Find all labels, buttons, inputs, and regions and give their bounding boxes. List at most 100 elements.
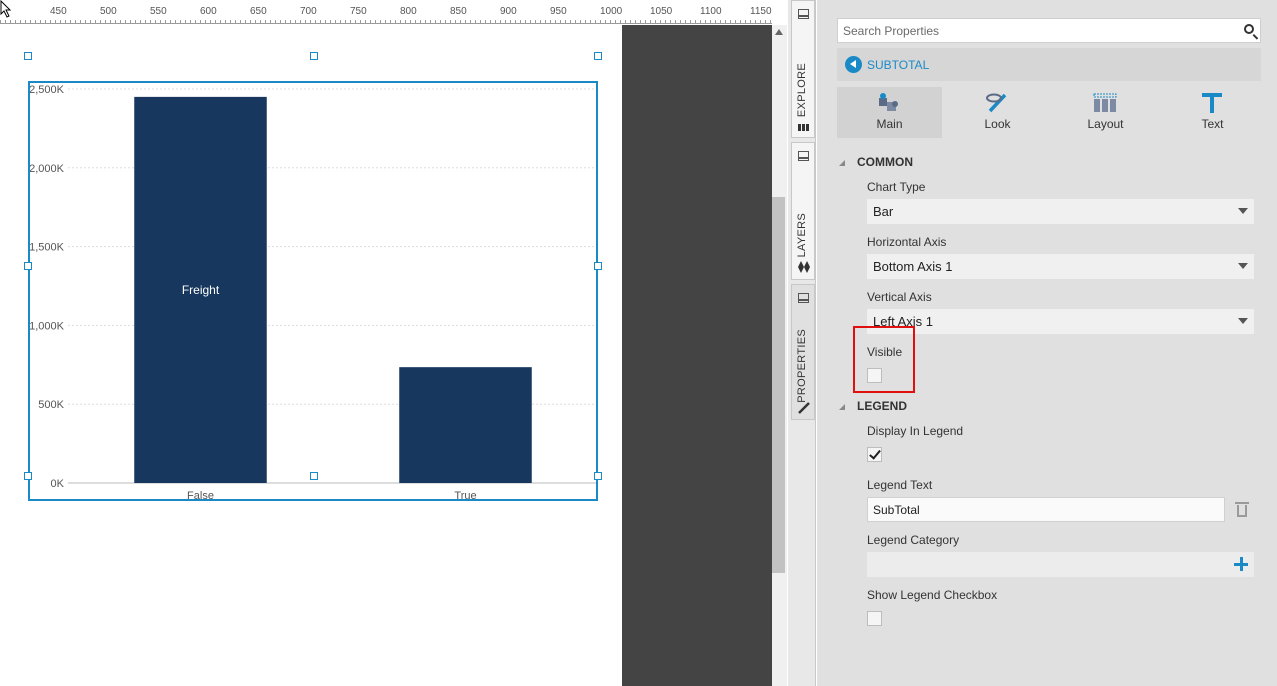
ruler-tick (450, 20, 451, 23)
ruler-label: 1100 (700, 6, 722, 17)
legend-text-input[interactable]: SubTotal (867, 497, 1225, 522)
section-legend-header[interactable]: LEGEND (839, 399, 907, 413)
ruler-label: 900 (500, 6, 517, 17)
dock-panel-icon[interactable] (798, 151, 809, 161)
chevron-down-icon[interactable] (1238, 208, 1248, 214)
chevron-down-icon[interactable] (1238, 318, 1248, 324)
ruler-tick (170, 20, 171, 23)
resize-handle-bottom-right[interactable] (594, 472, 602, 480)
display-in-legend-checkbox[interactable] (867, 447, 882, 462)
chart-selection-frame[interactable]: 0K 500K 1,000K 1,500K 2,000K 2,500K False Freig… (28, 81, 598, 501)
vertical-axis-dropdown[interactable]: Left Axis 1 (867, 309, 1254, 334)
ruler-tick (220, 20, 221, 23)
ruler-tick (175, 20, 176, 23)
section-common-header[interactable]: COMMON (839, 155, 913, 169)
chevron-down-icon[interactable] (1238, 263, 1248, 269)
ruler-tick (465, 20, 466, 23)
ruler-tick (525, 20, 526, 23)
ruler-tick (335, 20, 336, 23)
dock-panel-icon[interactable] (798, 9, 809, 19)
ruler-tick (750, 20, 751, 23)
ruler-tick (515, 20, 516, 23)
ruler-tick (135, 20, 136, 23)
resize-handle-top-right[interactable] (594, 52, 602, 60)
collapse-triangle-icon[interactable] (839, 160, 845, 166)
ruler-tick (730, 20, 731, 23)
breadcrumb-label[interactable]: SUBTOTAL (867, 58, 929, 72)
ruler-tick (650, 20, 651, 23)
tab-look[interactable]: Look (945, 87, 1050, 138)
vertical-scrollbar[interactable] (772, 25, 787, 686)
show-legend-checkbox[interactable] (867, 611, 882, 626)
ruler-tick (435, 20, 436, 23)
dock-panel-icon[interactable] (798, 293, 809, 303)
ruler-tick (380, 20, 381, 23)
tab-properties[interactable]: PROPERTIES (791, 284, 815, 420)
ruler-tick (675, 20, 676, 23)
ruler-tick (440, 20, 441, 23)
ruler-tick (150, 20, 151, 23)
ruler-label: 850 (450, 6, 467, 17)
breadcrumb[interactable]: SUBTOTAL (837, 48, 1261, 81)
ruler-tick (500, 20, 501, 23)
resize-handle-top-left[interactable] (24, 52, 32, 60)
horizontal-axis-dropdown[interactable]: Bottom Axis 1 (867, 254, 1254, 279)
ruler-tick (385, 20, 386, 23)
chart-type-dropdown[interactable]: Bar (867, 199, 1254, 224)
tab-explore[interactable]: EXPLORE (791, 0, 815, 138)
plus-icon[interactable] (1234, 557, 1248, 571)
horizontal-ruler: 450 500 550 600 650 700 750 800 850 900 950 1000 105… (0, 0, 772, 24)
ruler-tick (665, 20, 666, 23)
resize-handle-right[interactable] (594, 262, 602, 270)
search-input[interactable] (843, 21, 1233, 41)
resize-handle-bottom[interactable] (310, 472, 318, 480)
ruler-tick (555, 20, 556, 23)
ruler-tick (305, 20, 306, 23)
legend-text-value: SubTotal (873, 503, 920, 517)
ruler-tick (190, 20, 191, 23)
resize-handle-bottom-left[interactable] (24, 472, 32, 480)
tab-layout[interactable]: Layout (1053, 87, 1158, 138)
x-tick-label: False (187, 490, 214, 499)
bar[interactable] (399, 367, 532, 483)
ruler-tick (120, 20, 121, 23)
scroll-up-arrow-icon[interactable] (775, 29, 783, 35)
back-arrow-icon[interactable] (845, 56, 862, 73)
search-icon[interactable] (1244, 24, 1254, 34)
ruler-tick (340, 20, 341, 23)
ruler-tick (615, 20, 616, 23)
tab-text[interactable]: Text (1160, 87, 1265, 138)
ruler-tick (720, 20, 721, 23)
legend-category-field[interactable] (867, 552, 1254, 577)
dashboard-canvas[interactable]: 0K 500K 1,000K 1,500K 2,000K 2,500K False Freig… (0, 25, 622, 686)
search-box[interactable] (837, 18, 1261, 43)
ruler-tick (415, 20, 416, 23)
ruler-tick (345, 20, 346, 23)
scrollbar-thumb[interactable] (772, 197, 785, 573)
ruler-tick (50, 20, 51, 23)
ruler-tick (535, 20, 536, 23)
ruler-tick (705, 20, 706, 23)
bar-chart[interactable]: 0K 500K 1,000K 1,500K 2,000K 2,500K False Freig… (30, 83, 596, 499)
resize-handle-top[interactable] (310, 52, 318, 60)
tab-text-label: Text (1201, 117, 1224, 131)
tab-main[interactable]: Main (837, 87, 942, 138)
ruler-tick (540, 20, 541, 23)
ruler-tick (205, 20, 206, 23)
ruler-label: 1150 (750, 6, 772, 17)
resize-handle-left[interactable] (24, 262, 32, 270)
red-highlight-box (853, 326, 915, 393)
collapse-triangle-icon[interactable] (839, 404, 845, 410)
ruler-tick (70, 20, 71, 23)
trash-icon[interactable] (1235, 501, 1249, 517)
ruler-tick (290, 20, 291, 23)
ruler-tick (95, 20, 96, 23)
ruler-label: 950 (550, 6, 567, 17)
y-tick-label: 500K (38, 399, 64, 411)
ruler-tick (530, 20, 531, 23)
ruler-tick (635, 20, 636, 23)
ruler-tick (625, 20, 626, 23)
ruler-tick (405, 20, 406, 23)
tab-layers[interactable]: LAYERS (791, 142, 815, 280)
ruler-tick (610, 20, 611, 23)
